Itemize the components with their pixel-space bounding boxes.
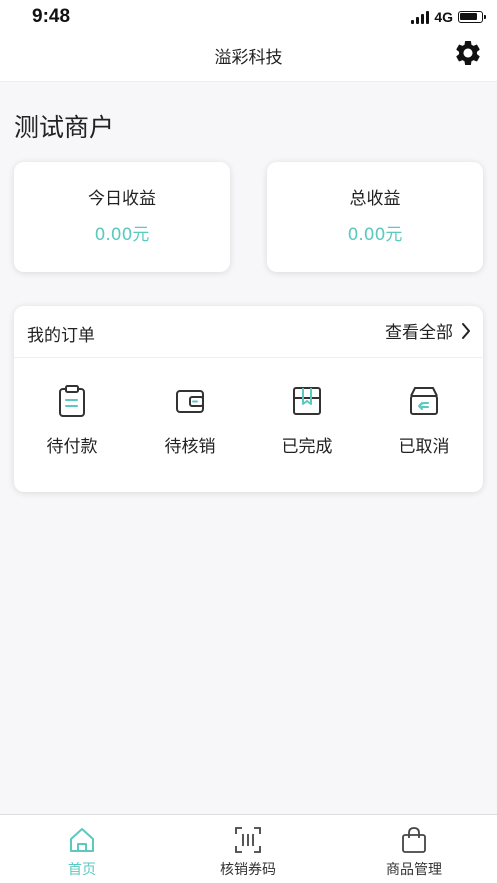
wallet-icon	[176, 390, 204, 413]
chevron-right-icon	[462, 322, 470, 339]
tab-home-label: 首页	[68, 862, 96, 878]
return-box-icon	[410, 387, 438, 415]
order-pending-verification[interactable]: 待核销	[140, 384, 240, 457]
scan-icon	[235, 827, 261, 853]
total-income-label: 总收益	[349, 189, 401, 209]
my-orders-card: 我的订单 查看全部 待付款 待核销 已完成 已取消	[14, 306, 483, 492]
settings-button[interactable]	[451, 36, 485, 70]
gear-icon	[456, 40, 480, 65]
bag-icon	[402, 827, 426, 853]
clipboard-icon	[59, 385, 85, 417]
view-all-orders-link[interactable]: 查看全部	[385, 318, 471, 343]
nav-bar: 溢彩科技	[0, 34, 497, 82]
network-type: 4G	[434, 9, 453, 25]
tab-home[interactable]: 首页	[22, 825, 142, 879]
order-completed-label: 已完成	[281, 437, 333, 457]
signal-icon	[411, 10, 430, 24]
order-cancelled-label: 已取消	[398, 437, 450, 457]
tab-product-management[interactable]: 商品管理	[354, 825, 474, 879]
total-income-value: 0.00元	[347, 225, 403, 245]
today-income-value: 0.00元	[94, 225, 150, 245]
order-pending-payment-label: 待付款	[46, 437, 98, 457]
tab-verify-coupon[interactable]: 核销券码	[188, 825, 308, 879]
today-income-label: 今日收益	[88, 189, 156, 209]
status-indicators: 4G	[411, 8, 486, 26]
orders-header: 我的订单 查看全部	[14, 306, 483, 358]
orders-title: 我的订单	[27, 326, 95, 346]
battery-icon	[458, 11, 486, 23]
merchant-name: 测试商户	[14, 113, 115, 142]
tab-product-management-label: 商品管理	[386, 862, 442, 878]
order-completed[interactable]: 已完成	[257, 384, 357, 457]
view-all-label: 查看全部	[385, 323, 453, 343]
status-bar: 9:48 4G	[0, 0, 497, 34]
order-pending-payment[interactable]: 待付款	[22, 384, 122, 457]
home-icon	[70, 828, 94, 852]
status-time: 9:48	[32, 6, 71, 27]
total-income-card: 总收益 0.00元	[267, 162, 483, 272]
tab-verify-coupon-label: 核销券码	[220, 862, 276, 878]
today-income-card: 今日收益 0.00元	[14, 162, 230, 272]
bookmark-box-icon	[293, 387, 321, 415]
page-title: 溢彩科技	[214, 48, 283, 68]
order-pending-verification-label: 待核销	[164, 437, 216, 457]
order-cancelled[interactable]: 已取消	[374, 384, 474, 457]
bottom-tab-bar: 首页 核销券码 商品管理	[0, 814, 497, 883]
